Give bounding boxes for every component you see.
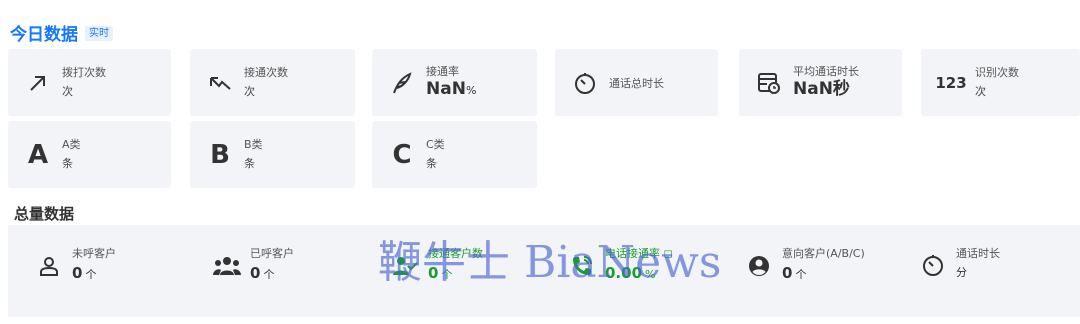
stat-label: 已呼客户: [250, 247, 294, 260]
card-value: NaN%: [426, 78, 477, 99]
card-label: 拨打次数: [62, 65, 106, 79]
timer-icon: [918, 250, 948, 280]
card-value: 条: [426, 156, 437, 170]
total-title: 总量数据: [14, 205, 75, 223]
card-label: B类: [244, 137, 263, 151]
letter-c-icon: C: [392, 139, 412, 170]
card-class-b[interactable]: B B类 条: [190, 121, 355, 188]
letter-b-icon: B: [210, 139, 230, 170]
stat-call-duration[interactable]: 通话时长 分: [918, 247, 1000, 283]
today-title: 今日数据: [10, 25, 78, 45]
users-icon: [212, 251, 242, 281]
today-section-header: 今日数据 实时: [10, 20, 113, 45]
letter-a-icon: A: [27, 139, 49, 170]
feather-icon: [388, 69, 416, 97]
watermark: 鞭牛士 BiaNews: [378, 237, 722, 288]
timer-icon: [571, 69, 599, 97]
card-label: C类: [426, 137, 445, 151]
realtime-badge: 实时: [85, 26, 113, 41]
card-total-duration[interactable]: 通话总时长: [555, 49, 718, 116]
card-value: 次: [62, 84, 73, 98]
card-value: NaN秒: [793, 79, 850, 99]
stat-called-customers[interactable]: 已呼客户 0个: [212, 247, 294, 285]
card-label: 识别次数: [975, 65, 1019, 79]
card-avg-duration[interactable]: 平均通话时长 NaN秒: [739, 49, 902, 116]
account-circle-icon: [744, 251, 774, 281]
arrow-down-right-check-icon: [206, 69, 234, 97]
card-class-a[interactable]: A A类 条: [8, 121, 171, 188]
stat-value: 分: [956, 266, 967, 279]
stat-value: 0个: [72, 264, 97, 282]
card-label: 接通次数: [244, 65, 288, 79]
stat-value: 0个: [250, 264, 275, 282]
card-label: 平均通话时长: [793, 65, 859, 78]
card-recognition-count[interactable]: 123 识别次数 次: [921, 49, 1080, 116]
card-value: 条: [244, 156, 255, 170]
card-dial-count[interactable]: 拨打次数 次: [8, 49, 171, 116]
card-value: 条: [62, 156, 73, 170]
arrow-up-right-icon: [24, 69, 52, 97]
stat-value: 0个: [782, 264, 807, 282]
card-label: 接通率: [426, 64, 459, 78]
stat-intent-customers[interactable]: 意向客户(A/B/C) 0个: [744, 247, 865, 285]
card-connect-count[interactable]: 接通次数 次: [190, 49, 355, 116]
stat-label: 意向客户(A/B/C): [782, 247, 865, 260]
card-connect-rate[interactable]: 接通率 NaN%: [372, 49, 537, 116]
stat-label: 未呼客户: [72, 247, 116, 260]
numbers-123-icon: 123: [935, 73, 967, 92]
user-outline-icon: [34, 251, 64, 281]
card-value: 次: [975, 84, 986, 98]
card-value: 次: [244, 84, 255, 98]
stat-uncalled-customers[interactable]: 未呼客户 0个: [34, 247, 116, 285]
card-class-c[interactable]: C C类 条: [372, 121, 537, 188]
card-label: 通话总时长: [609, 76, 664, 90]
total-section-header: 总量数据: [14, 203, 74, 224]
card-label: A类: [62, 137, 81, 151]
stat-label: 通话时长: [956, 247, 1000, 260]
calendar-clock-icon: [755, 69, 783, 97]
